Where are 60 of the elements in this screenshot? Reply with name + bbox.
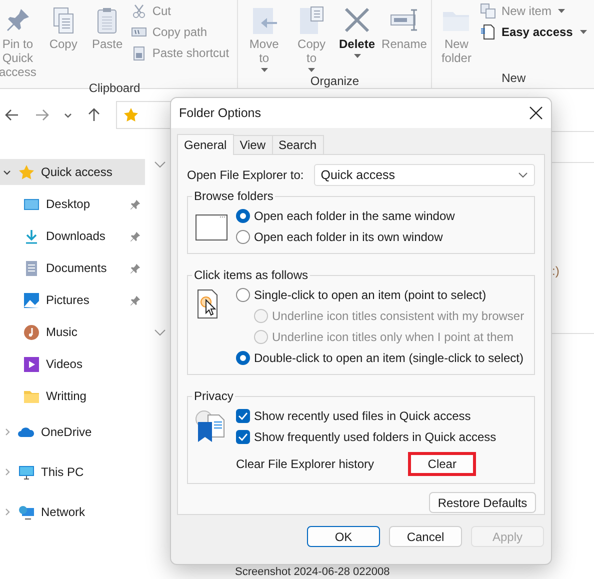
new-item-icon	[480, 3, 496, 19]
close-icon	[529, 106, 543, 120]
star-icon	[123, 107, 139, 123]
radio-option[interactable]: Open each folder in the same window	[236, 205, 455, 226]
chevron-down-icon	[518, 172, 528, 178]
network-icon	[18, 504, 35, 520]
nav-item[interactable]: Desktop	[0, 188, 145, 220]
nav-item[interactable]: Videos	[0, 348, 145, 380]
field-label: Clear File Explorer history	[236, 457, 374, 471]
checkmark-icon	[238, 412, 248, 420]
group-title: Privacy	[193, 389, 234, 403]
restore-defaults-button[interactable]: Restore Defaults	[429, 492, 536, 513]
tab[interactable]: Search	[272, 135, 324, 154]
group-title: Browse folders	[193, 189, 274, 203]
nav-item[interactable]: Music	[0, 316, 145, 348]
computer-icon	[18, 464, 35, 480]
forward-icon	[34, 107, 50, 123]
ribbon-button[interactable]: Easy access	[480, 24, 587, 40]
group-title: Click items as follows	[193, 268, 310, 282]
group-label: Clipboard	[88, 81, 142, 97]
ribbon-button[interactable]: Delete	[337, 3, 377, 74]
file-name[interactable]: Screenshot 2024-06-28 022008	[235, 566, 390, 578]
chevron-down-icon	[64, 112, 72, 118]
document-icon	[23, 260, 40, 276]
chevron-down-icon	[154, 329, 166, 337]
nav-item[interactable]: Network	[0, 492, 145, 532]
delete-icon	[342, 5, 372, 35]
nav-item[interactable]: OneDrive	[0, 412, 145, 452]
nav-item[interactable]: Quick access	[0, 159, 145, 185]
nav-item[interactable]: Pictures	[0, 284, 145, 316]
group-label: New	[500, 71, 527, 87]
tab[interactable]: General	[177, 134, 234, 155]
video-icon	[23, 356, 40, 372]
field-label: Open File Explorer to:	[187, 168, 304, 182]
dropdown[interactable]: Quick access	[314, 164, 535, 186]
download-icon	[23, 228, 40, 244]
up-icon	[86, 107, 102, 123]
scissors-icon	[131, 3, 148, 19]
radio-option[interactable]: Open each folder in its own window	[236, 226, 455, 247]
nav-item[interactable]: This PC	[0, 452, 145, 492]
checkbox-option[interactable]: Show frequently used folders in Quick access	[236, 426, 496, 447]
clear-button[interactable]: Clear	[408, 452, 476, 476]
radio-option[interactable]: Single-click to open an item (point to select)	[236, 284, 524, 305]
document-icon	[480, 24, 496, 40]
nav-item[interactable]: Downloads	[0, 220, 145, 252]
group-label: Organize	[309, 74, 360, 90]
chevron-down-icon	[154, 161, 166, 169]
nav-item[interactable]: Writting	[0, 380, 145, 412]
file-name: :)	[552, 264, 560, 278]
checkbox-option[interactable]: Show recently used files in Quick access	[236, 405, 496, 426]
music-icon	[23, 324, 40, 340]
dialog-button[interactable]: Cancel	[389, 526, 462, 547]
image-icon	[23, 292, 40, 308]
back-icon	[4, 107, 20, 123]
window-title: Folder Options	[179, 106, 261, 120]
checkmark-icon	[238, 432, 248, 440]
nav-item[interactable]: Documents	[0, 252, 145, 284]
dialog-button[interactable]: OK	[307, 526, 380, 547]
radio-option[interactable]: Double-click to open an item (single-click to select)	[236, 347, 524, 368]
star-icon	[18, 164, 35, 180]
